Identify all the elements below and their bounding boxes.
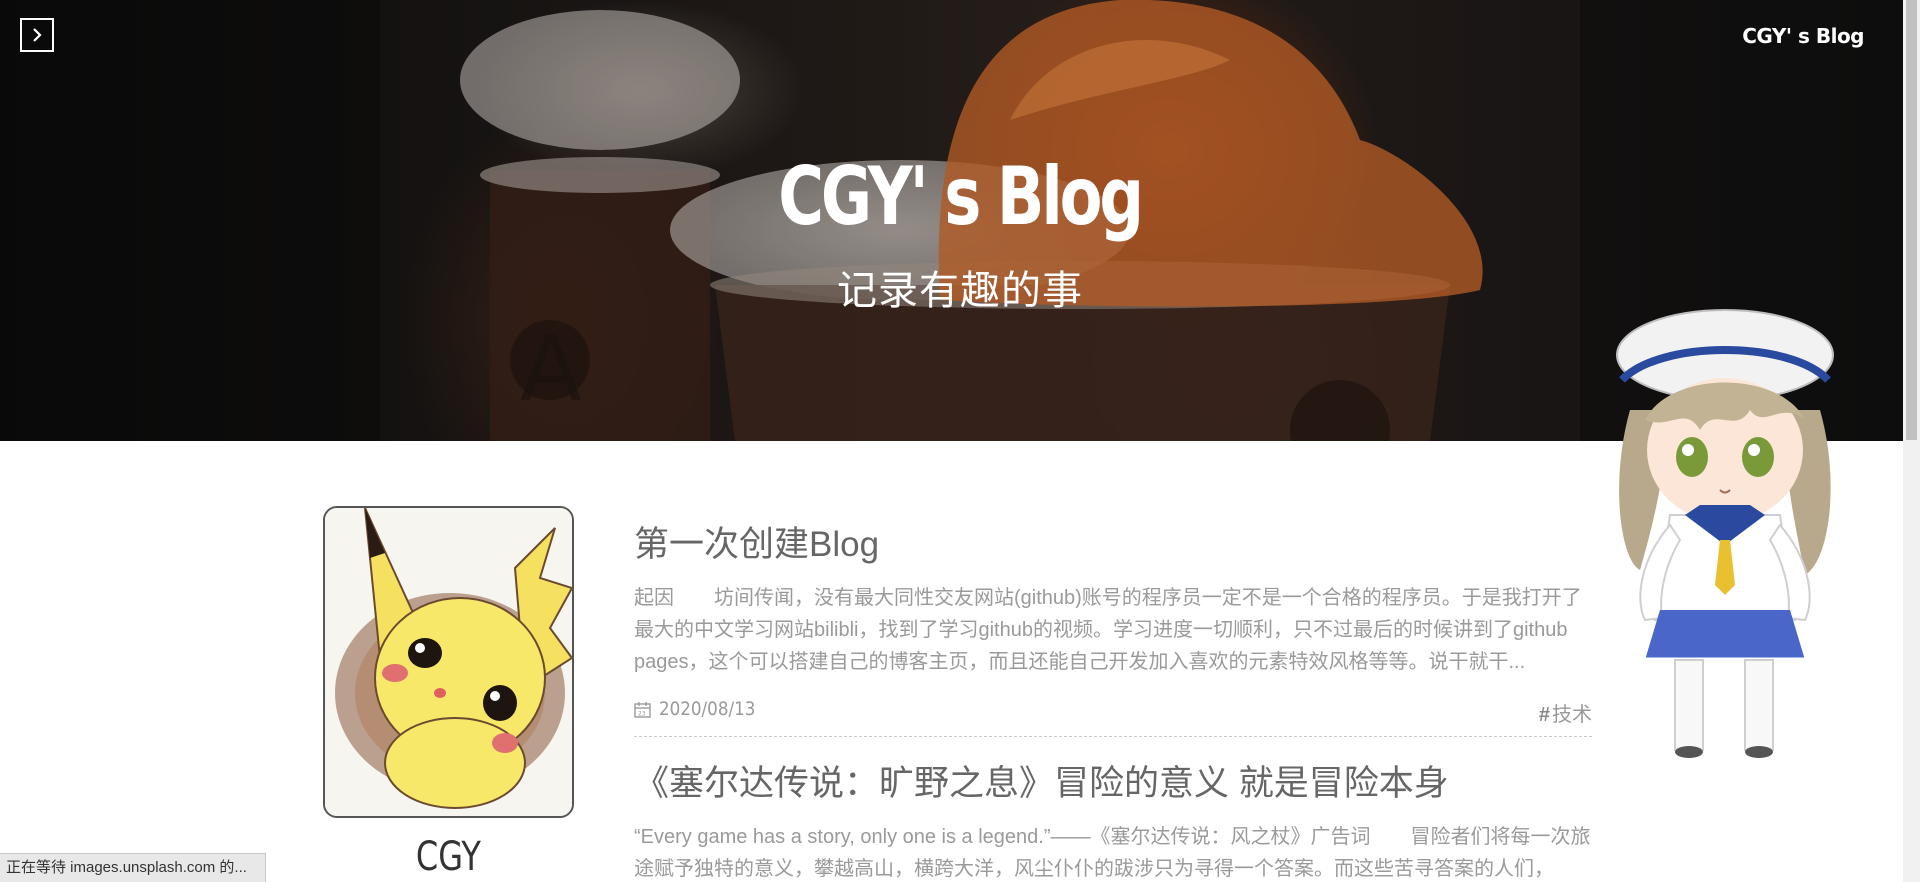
author-name: CGY <box>415 834 481 880</box>
scrollbar-thumb[interactable] <box>1906 0 1917 440</box>
nav-brand-link[interactable]: CGY' s Blog <box>1742 24 1864 48</box>
post-list: 第一次创建Blog 起因 坊间传闻，没有最大同性交友网站(github)账号的程… <box>634 520 1592 882</box>
hash-icon: # <box>1538 704 1550 726</box>
post-title-link[interactable]: 第一次创建Blog <box>634 520 1592 570</box>
post-title-link[interactable]: 《塞尔达传说：旷野之息》冒险的意义 就是冒险本身 <box>634 759 1592 809</box>
author-avatar[interactable] <box>323 506 574 818</box>
post-date-text: 2020/08/13 <box>659 698 756 720</box>
post-divider <box>634 736 1592 737</box>
chevron-right-icon <box>33 28 42 42</box>
blog-page: A CGY' s Blog CGY' s Blog 记录有趣的事 <box>0 0 1920 882</box>
post-date: 23 2020/08/13 <box>634 698 769 720</box>
post-excerpt: 起因 坊间传闻，没有最大同性交友网站(github)账号的程序员一定不是一个合格… <box>634 587 1582 673</box>
post-meta: 23 2020/08/13 # 技术 <box>634 692 1592 732</box>
post-card: 《塞尔达传说：旷野之息》冒险的意义 就是冒险本身 “Every game has… <box>634 759 1592 882</box>
menu-toggle-button[interactable] <box>20 18 54 52</box>
post-tag-label: 技术 <box>1552 704 1592 726</box>
mascot-girl-image <box>1616 309 1834 758</box>
post-card: 第一次创建Blog 起因 坊间传闻，没有最大同性交友网站(github)账号的程… <box>634 520 1592 737</box>
browser-status-bar: 正在等待 images.unsplash.com 的... <box>0 853 266 882</box>
pikachu-avatar-image <box>325 508 572 816</box>
post-tag-link[interactable]: # 技术 <box>1539 698 1592 727</box>
live2d-mascot[interactable] <box>1600 300 1850 760</box>
svg-text:23: 23 <box>638 710 646 717</box>
calendar-icon: 23 <box>634 701 651 718</box>
post-excerpt: “Every game has a story, only one is a l… <box>634 826 1591 880</box>
page-scrollbar[interactable] <box>1903 0 1920 882</box>
site-title: CGY' s Blog <box>778 150 1144 243</box>
